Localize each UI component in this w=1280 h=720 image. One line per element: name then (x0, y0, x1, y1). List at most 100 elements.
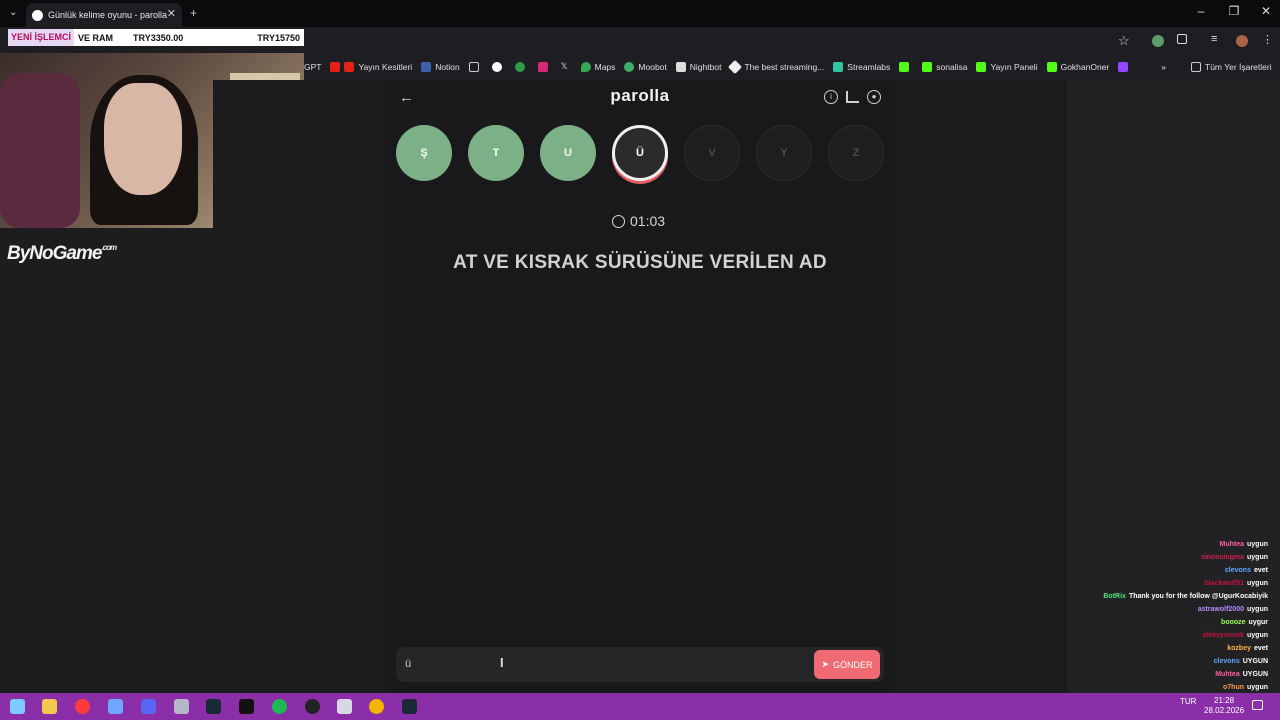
notification-icon[interactable] (1252, 700, 1263, 710)
bookmark-57[interactable] (514, 61, 529, 72)
chat-username: o7hun (1223, 684, 1244, 691)
extension-icon[interactable] (1152, 35, 1164, 47)
maps-pin-icon (580, 61, 591, 72)
tab-list-icon[interactable]: ⌄ (9, 7, 17, 18)
stats-icon[interactable] (846, 91, 859, 103)
chrome-icon[interactable] (369, 699, 384, 714)
bookmark-folder[interactable] (468, 61, 483, 72)
close-window-icon[interactable]: ✕ (1256, 4, 1276, 18)
nightbot-icon (675, 61, 686, 72)
chat-username: Muhtea (1219, 541, 1245, 548)
chat-text: UYGUN (1242, 671, 1268, 678)
chat-message: sinonsingma uygun (1201, 554, 1268, 561)
bookmark-streaming[interactable]: The best streaming... (728, 59, 824, 74)
chat-username: astrawolf2000 (1197, 606, 1244, 613)
bookmark-yayin-paneli[interactable]: Yayın Paneli (976, 61, 1038, 72)
send-icon: ➤ (821, 659, 830, 669)
bookmark-star-icon[interactable]: ☆ (1118, 33, 1130, 49)
chat-text: uygun (1247, 606, 1268, 613)
system-clock[interactable]: 21:28 28.02.2026 (1204, 696, 1244, 716)
chat-text: uygur (1248, 619, 1268, 626)
letter-circle-active: Ü (612, 125, 668, 181)
answer-input[interactable] (405, 656, 805, 672)
folder-icon (468, 61, 479, 72)
page-left-gutter (213, 80, 385, 693)
profile-icon[interactable]: ● (867, 90, 881, 104)
ticker-highlight: YENİ İŞLEMCİ (8, 29, 75, 46)
profile-avatar[interactable] (1236, 35, 1248, 47)
close-tab-icon[interactable]: ✕ (167, 7, 176, 20)
bookmark-moobot[interactable]: Moobot (624, 61, 667, 72)
app-icon[interactable] (174, 699, 189, 714)
chat-username: kozbey (1227, 645, 1251, 652)
app-icon[interactable] (108, 699, 123, 714)
chat-text: uygun (1247, 554, 1268, 561)
bookmark-nightbot[interactable]: Nightbot (675, 61, 721, 72)
chat-text: UYGUN (1242, 658, 1268, 665)
obs-icon[interactable] (305, 699, 320, 714)
flag-icon (421, 61, 432, 72)
opera-icon[interactable] (75, 699, 90, 714)
badge-icon (514, 61, 525, 72)
menu-kebab-icon[interactable]: ⋮ (1262, 33, 1273, 46)
folder-icon (1191, 61, 1201, 72)
bookmark-gpt[interactable]: GPT (304, 62, 321, 72)
back-arrow-icon[interactable]: ← (399, 89, 414, 106)
bookmark-kick[interactable] (899, 61, 913, 72)
chat-message: blackwolf91 uygun (1204, 580, 1268, 587)
ticker-text: VE RAM (78, 32, 114, 43)
bookmark-x[interactable]: 𝕏 (561, 61, 572, 72)
chat-text: uygun (1247, 580, 1268, 587)
timer-value: 01:03 (630, 213, 666, 229)
spotify-icon[interactable] (272, 699, 287, 714)
chat-message: Muhtea UYGUN (1215, 671, 1268, 678)
app-icon[interactable] (337, 699, 352, 714)
twitch-icon (1118, 61, 1129, 72)
steam-icon[interactable] (402, 699, 417, 714)
chat-message: o7hun uygun (1223, 684, 1268, 691)
youtube-icon (344, 61, 355, 72)
bookmark-yayin-kesitleri[interactable]: Yayın Kesitleri (330, 61, 412, 72)
file-explorer-icon[interactable] (42, 699, 57, 714)
info-icon[interactable]: i (824, 90, 838, 104)
bookmark-instagram[interactable] (537, 61, 552, 72)
chat-text: uygun (1247, 541, 1268, 548)
chat-username: boooze (1221, 619, 1246, 626)
windows-start-icon[interactable] (10, 699, 25, 714)
bookmark-notion[interactable]: Notion (421, 61, 460, 72)
bookmark-streamlabs[interactable]: Streamlabs (833, 61, 890, 72)
bookmark-gokhanoner[interactable]: GokhanOner (1046, 61, 1109, 72)
media-control-icon[interactable]: ≡ (1211, 33, 1217, 45)
minimize-icon[interactable]: – (1191, 4, 1211, 18)
new-tab-icon[interactable]: + (190, 6, 197, 20)
bookmark-google[interactable] (491, 61, 506, 72)
youtube-icon (330, 61, 341, 72)
chat-message: astrawolf2000 uygun (1198, 606, 1268, 613)
maximize-icon[interactable]: ❐ (1224, 4, 1244, 18)
google-icon (491, 61, 502, 72)
streamlabs-icon (833, 61, 844, 72)
bookmark-twitch[interactable] (1118, 61, 1132, 72)
language-indicator[interactable]: TUR (1180, 697, 1196, 706)
send-label: GÖNDER (833, 659, 873, 670)
epic-games-icon[interactable] (239, 699, 254, 714)
bookmark-all[interactable]: Tüm Yer İşaretleri (1191, 61, 1272, 72)
steam-icon[interactable] (206, 699, 221, 714)
clock-icon (612, 214, 625, 228)
bookmark-sonalisa[interactable]: sonalisa (922, 61, 967, 72)
send-button[interactable]: ➤ GÖNDER (814, 650, 880, 679)
bookmark-maps[interactable]: Maps (580, 61, 615, 72)
letter-circle-done: Ş (396, 125, 452, 181)
kick-icon (922, 61, 933, 72)
chat-username: BotRix (1103, 593, 1126, 600)
chat-overlay (1067, 80, 1280, 693)
chat-text: evet (1253, 645, 1268, 652)
chat-message: aleksymusik uygun (1202, 632, 1268, 639)
taskbar (0, 693, 1280, 720)
discord-icon[interactable] (141, 699, 156, 714)
bookmarks-overflow-icon[interactable]: » (1161, 62, 1166, 72)
page-title: parolla (610, 86, 670, 105)
extensions-puzzle-icon[interactable] (1177, 34, 1187, 44)
chat-text: uygun (1247, 684, 1268, 691)
browser-tab[interactable]: Günlük kelime oyunu - parolla ✕ (26, 3, 182, 27)
